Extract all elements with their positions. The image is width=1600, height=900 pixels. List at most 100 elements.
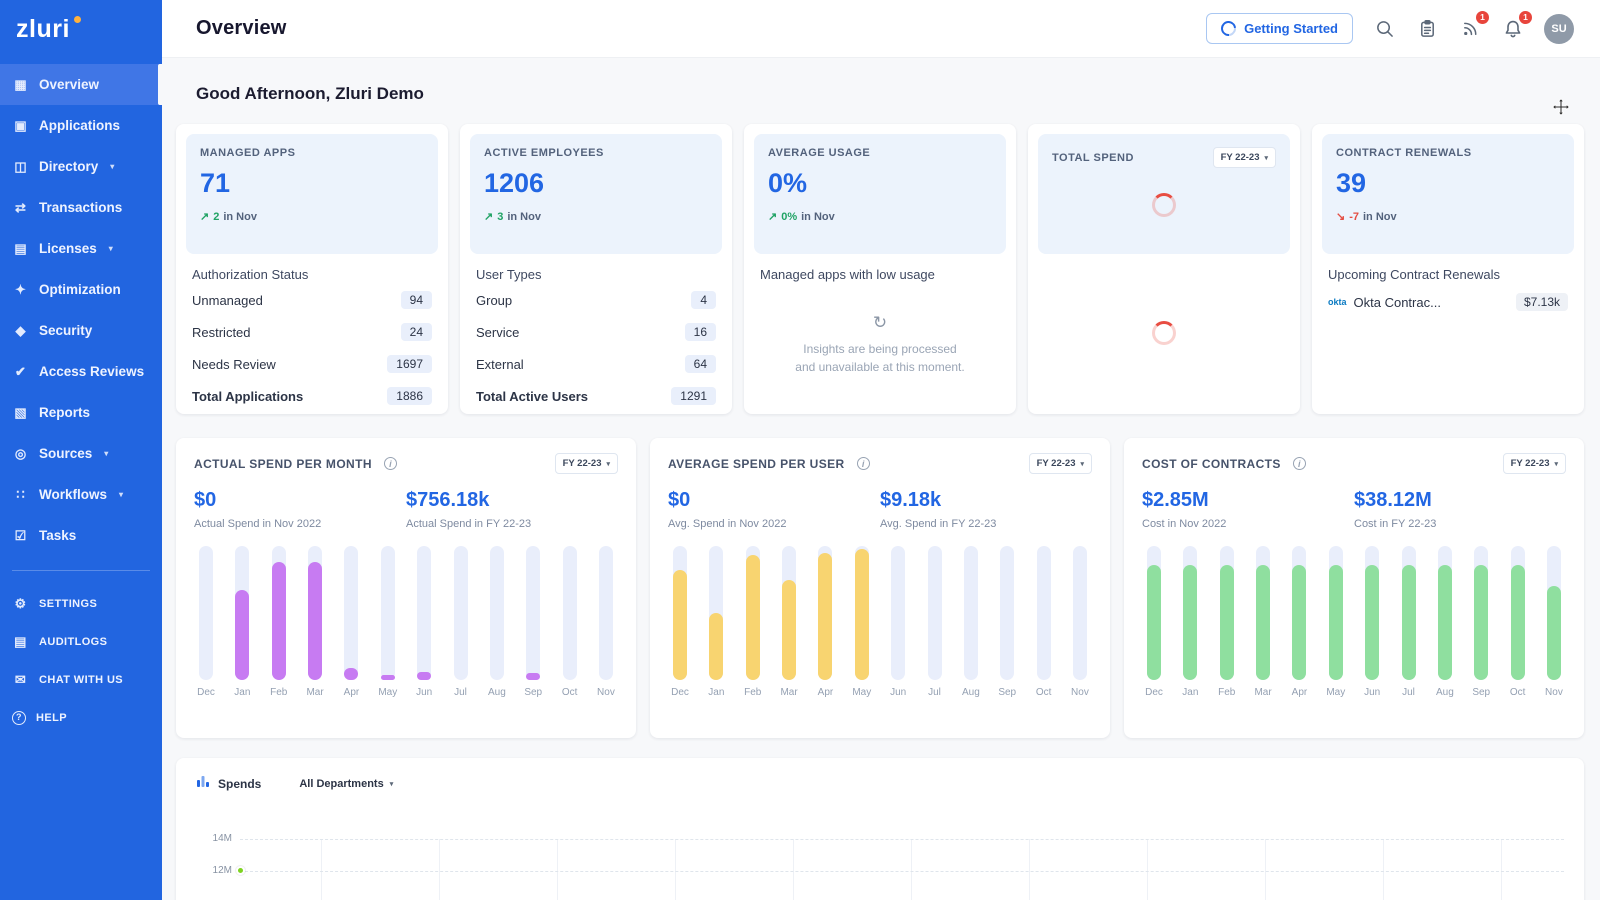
spends-chart-card: Spends All Departments ▾ 14M 12M	[176, 758, 1584, 900]
bar-track	[855, 546, 869, 680]
bar-column-may: May	[376, 546, 400, 698]
fy-period-dropdown[interactable]: FY 22-23 ▾	[1503, 453, 1566, 474]
chevron-down-icon: ▾	[390, 780, 394, 788]
empty-line-2: and unavailable at this moment.	[795, 358, 964, 376]
sidebar-item-optimization[interactable]: ✦Optimization	[0, 269, 162, 310]
chart-stat: $2.85M Cost in Nov 2022	[1142, 489, 1354, 530]
sidebar-item-help[interactable]: ?HELP	[0, 699, 162, 737]
bar-column-may: May	[1324, 546, 1348, 698]
department-filter-dropdown[interactable]: All Departments ▾	[299, 778, 393, 790]
trend-suffix: in Nov	[507, 211, 541, 223]
doc-icon: ▤	[12, 634, 29, 650]
trend: ↗ 3 in Nov	[484, 210, 708, 223]
avatar[interactable]: SU	[1544, 14, 1574, 44]
list-title: Authorization Status	[192, 267, 432, 282]
month-label: Mar	[306, 687, 323, 698]
list-item-label: Total Active Users	[476, 389, 588, 404]
month-label: Aug	[962, 687, 980, 698]
grid-icon: ▦	[12, 77, 29, 93]
fy-period-value: FY 22-23	[1037, 458, 1076, 469]
bar-column-jul: Jul	[923, 546, 947, 698]
sidebar-item-applications[interactable]: ▣Applications	[0, 105, 162, 146]
active-employees-summary: ACTIVE EMPLOYEES 1206 ↗ 3 in Nov	[470, 134, 722, 254]
chart-card-row: ACTUAL SPEND PER MONTH i FY 22-23 ▾ $0 A…	[176, 438, 1584, 738]
cost-of-contracts-chart-card: COST OF CONTRACTS i FY 22-23 ▾ $2.85M Co…	[1124, 438, 1584, 738]
month-label: Feb	[744, 687, 761, 698]
info-icon[interactable]: i	[384, 457, 397, 470]
trend-value: -7	[1349, 211, 1359, 223]
sidebar-item-transactions[interactable]: ⇄Transactions	[0, 187, 162, 228]
chart-title: COST OF CONTRACTS	[1142, 457, 1281, 471]
info-icon[interactable]: i	[1293, 457, 1306, 470]
bar-track	[1511, 546, 1525, 680]
bar-track	[344, 546, 358, 680]
bar-fill	[1474, 565, 1488, 680]
info-icon[interactable]: i	[857, 457, 870, 470]
sidebar-item-security[interactable]: ◆Security	[0, 310, 162, 351]
month-label: Sep	[524, 687, 542, 698]
fy-period-dropdown[interactable]: FY 22-23 ▾	[1029, 453, 1092, 474]
bar-track	[1365, 546, 1379, 680]
chart-title-wrap: AVERAGE SPEND PER USER i	[668, 457, 870, 471]
feed-icon[interactable]: 1	[1458, 17, 1482, 41]
bar-track	[1547, 546, 1561, 680]
sidebar-item-licenses[interactable]: ▤Licenses▾	[0, 228, 162, 269]
month-label: Sep	[998, 687, 1016, 698]
bar-track	[1073, 546, 1087, 680]
bar-track	[563, 546, 577, 680]
total-spend-body	[1038, 254, 1290, 404]
sidebar-item-label: HELP	[36, 712, 67, 724]
month-label: Nov	[1071, 687, 1089, 698]
spend-body-loading-area	[1044, 262, 1284, 404]
sidebar-item-directory[interactable]: ◫Directory▾	[0, 146, 162, 187]
spend-loading-area	[1052, 168, 1276, 241]
bar-track	[782, 546, 796, 680]
bar-column-dec: Dec	[668, 546, 692, 698]
spends-plot-area: 14M 12M	[204, 839, 1564, 900]
card-title: CONTRACT RENEWALS	[1336, 147, 1560, 159]
fy-period-dropdown[interactable]: FY 22-23 ▾	[555, 453, 618, 474]
bar-track	[417, 546, 431, 680]
chart-stats: $0 Avg. Spend in Nov 2022 $9.18k Avg. Sp…	[668, 489, 1092, 530]
renewal-list-item[interactable]: okta Okta Contrac... $7.13k	[1328, 284, 1568, 320]
sidebar-item-sources[interactable]: ◎Sources▾	[0, 433, 162, 474]
main-area: Overview Getting Started 1	[162, 0, 1600, 900]
sidebar-item-auditlogs[interactable]: ▤AUDITLOGS	[0, 623, 162, 661]
sidebar-item-reports[interactable]: ▧Reports	[0, 392, 162, 433]
getting-started-button[interactable]: Getting Started	[1206, 13, 1353, 44]
bar-column-feb: Feb	[267, 546, 291, 698]
apps-icon: ▣	[12, 118, 29, 134]
gridline-12m: 12M	[240, 871, 1564, 900]
sidebar-item-access-reviews[interactable]: ✔Access Reviews	[0, 351, 162, 392]
bar-fill	[1365, 565, 1379, 680]
clipboard-icon[interactable]	[1415, 17, 1439, 41]
month-label: Mar	[1254, 687, 1271, 698]
sidebar-item-chat-with-us[interactable]: ✉ CHAT WITH US	[0, 661, 162, 699]
user-types-breakdown: User Types Group4Service16External64Tota…	[470, 254, 722, 404]
sidebar-item-label: Security	[39, 323, 92, 338]
average-usage-summary: AVERAGE USAGE 0% ↗ 0% in Nov	[754, 134, 1006, 254]
list-item-value: 1697	[387, 355, 432, 373]
bar-column-jun: Jun	[886, 546, 910, 698]
sidebar-item-workflows[interactable]: ∷Workflows▾	[0, 474, 162, 515]
chevron-down-icon: ▾	[1264, 154, 1268, 162]
loading-spinner	[1152, 321, 1176, 345]
chart-stat: $9.18k Avg. Spend in FY 22-23	[880, 489, 1092, 530]
chat-icon: ✉	[12, 672, 29, 688]
fy-period-dropdown[interactable]: FY 22-23 ▾	[1213, 147, 1276, 168]
month-label: Sep	[1472, 687, 1490, 698]
spends-header: Spends All Departments ▾	[196, 774, 1564, 793]
month-label: Jul	[454, 687, 467, 698]
bar-column-jan: Jan	[230, 546, 254, 698]
sidebar-item-settings[interactable]: ⚙SETTINGS	[0, 585, 162, 623]
sidebar-item-label: Licenses	[39, 241, 97, 256]
bell-icon[interactable]: 1	[1501, 17, 1525, 41]
contract-renewals-summary: CONTRACT RENEWALS 39 ↘ -7 in Nov	[1322, 134, 1574, 254]
search-icon[interactable]	[1372, 17, 1396, 41]
sidebar-item-overview[interactable]: ▦Overview	[0, 64, 162, 105]
bar-track	[235, 546, 249, 680]
sidebar-item-tasks[interactable]: ☑Tasks	[0, 515, 162, 556]
sidebar-item-label: CHAT WITH US	[39, 674, 123, 686]
move-cursor-icon	[1552, 98, 1570, 121]
month-label: Oct	[1510, 687, 1526, 698]
